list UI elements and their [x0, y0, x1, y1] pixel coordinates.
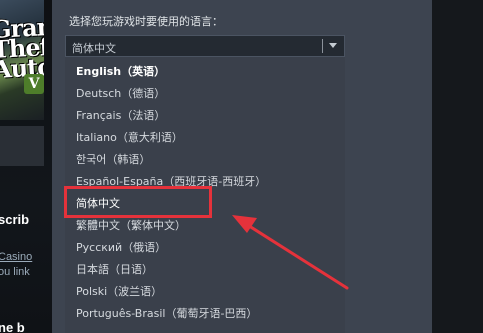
language-option-korean[interactable]: 한국어（韩语） [65, 149, 345, 171]
background-text: ou link [0, 266, 30, 278]
game-logo-text: Grand Theft Auto [0, 11, 44, 84]
language-option-russian[interactable]: Русский（俄语） [65, 237, 345, 259]
chevron-down-icon[interactable] [329, 43, 337, 48]
language-option-english[interactable]: English（英语） [65, 61, 345, 83]
language-prompt: 选择您玩游戏时要使用的语言： [69, 15, 223, 28]
language-option-german[interactable]: Deutsch（德语） [65, 83, 345, 105]
language-option-italian[interactable]: Italiano（意大利语） [65, 127, 345, 149]
background-page: Grand Theft Auto V scrib Casino ou link … [0, 0, 52, 333]
background-heading: scrib [0, 212, 30, 227]
game-thumbnail[interactable]: Grand Theft Auto V [0, 0, 44, 120]
language-select-value: 简体中文 [72, 42, 116, 55]
background-link[interactable]: Casino [0, 251, 32, 263]
language-option-traditional-chinese[interactable]: 繁體中文（繁体中文） [65, 215, 345, 237]
language-option-portuguese-brazil[interactable]: Português-Brasil（葡萄牙语-巴西） [65, 303, 345, 325]
background-heading-bottom: ne b [0, 320, 25, 333]
screen: Grand Theft Auto V scrib Casino ou link … [0, 0, 483, 333]
select-divider [322, 39, 323, 53]
game-logo-badge: V [24, 74, 44, 94]
language-dialog: 选择您玩游戏时要使用的语言： 简体中文 English（英语） Deutsch（… [52, 0, 432, 333]
background-right [432, 0, 483, 333]
background-panel [0, 126, 44, 166]
language-option-french[interactable]: Français（法语） [65, 105, 345, 127]
language-option-polish[interactable]: Polski（波兰语） [65, 281, 345, 303]
language-option-japanese[interactable]: 日本語（日语） [65, 259, 345, 281]
language-select[interactable]: 简体中文 [65, 35, 345, 57]
annotation-highlight-box [64, 186, 212, 218]
